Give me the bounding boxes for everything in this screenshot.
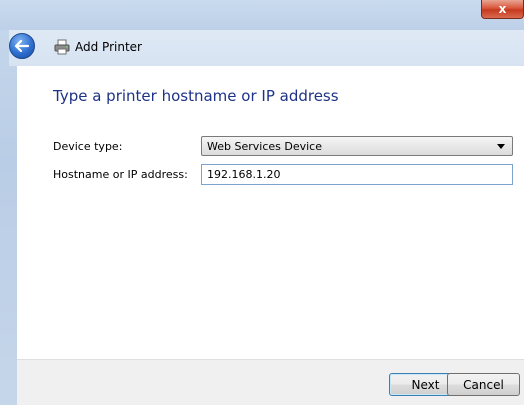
chevron-down-icon <box>497 144 505 149</box>
hostname-input[interactable] <box>201 164 513 185</box>
device-type-label: Device type: <box>53 140 123 153</box>
back-button[interactable] <box>9 33 35 59</box>
back-arrow-icon <box>15 40 29 52</box>
printer-icon <box>54 39 70 55</box>
close-icon: x <box>498 2 507 16</box>
window-title: Add Printer <box>75 40 142 54</box>
close-button[interactable]: x <box>481 0 524 19</box>
hostname-label: Hostname or IP address: <box>53 168 188 181</box>
content-area <box>17 66 524 359</box>
cancel-button[interactable]: Cancel <box>447 373 520 396</box>
page-instruction: Type a printer hostname or IP address <box>53 87 339 105</box>
add-printer-window: x Add Printer Type a printer hostname or… <box>0 0 524 405</box>
device-type-select[interactable]: Web Services Device <box>201 136 513 156</box>
device-type-value: Web Services Device <box>207 140 322 153</box>
title-bar <box>0 0 524 30</box>
